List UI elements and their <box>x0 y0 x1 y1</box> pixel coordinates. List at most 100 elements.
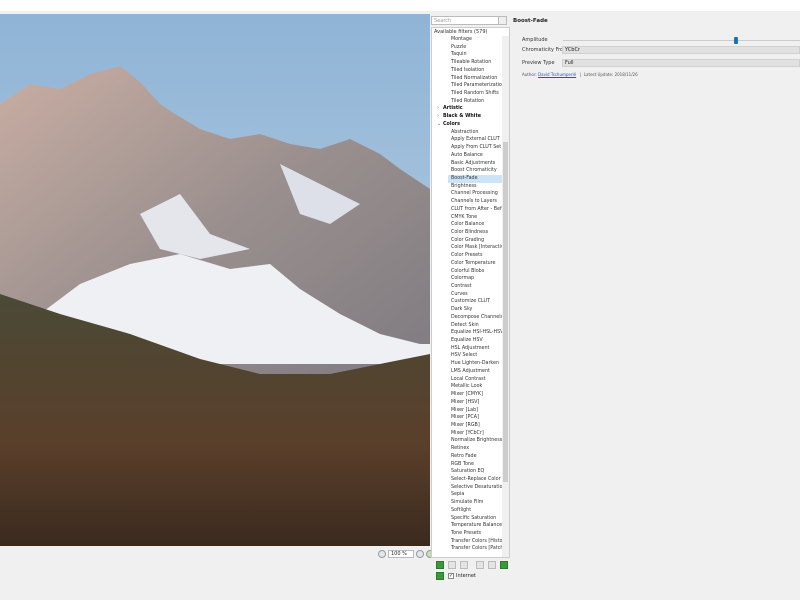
scrollbar-thumb[interactable] <box>503 142 508 482</box>
filter-item[interactable]: Simulate Film <box>432 499 509 507</box>
filter-item[interactable]: Channels to Layers <box>432 198 509 206</box>
filter-item[interactable]: Transfer Colors [Histogram] <box>432 538 509 546</box>
filter-item[interactable]: Basic Adjustments <box>432 160 509 168</box>
image-preview[interactable] <box>0 14 430 546</box>
filter-category[interactable]: › Artistic <box>432 105 509 113</box>
update-icon[interactable] <box>436 571 444 580</box>
filter-label: Mixer [PCA] <box>451 415 479 421</box>
filter-item[interactable]: Retro Fade <box>432 453 509 461</box>
filter-category[interactable]: › Black & White <box>432 113 509 121</box>
filter-item[interactable]: Channel Processing <box>432 190 509 198</box>
filter-item[interactable]: Metallic Look <box>432 383 509 391</box>
filter-label: Saturation EQ <box>451 469 485 475</box>
filter-item[interactable]: Auto Balance <box>432 152 509 160</box>
filter-item[interactable]: Hue Lighten-Darken <box>432 360 509 368</box>
preview-type-select[interactable]: Full <box>562 59 800 67</box>
filter-item[interactable]: CMYK Tone <box>432 214 509 222</box>
filter-item[interactable]: Tiled Parameterization <box>432 82 509 90</box>
remove-fave-icon[interactable] <box>448 560 456 569</box>
favorite-icon[interactable] <box>500 560 508 569</box>
amplitude-slider[interactable] <box>563 37 800 44</box>
filter-item[interactable]: Saturation EQ <box>432 468 509 476</box>
filter-item[interactable]: Color Grading <box>432 237 509 245</box>
filter-item[interactable]: Colormap <box>432 275 509 283</box>
rename-fave-icon[interactable] <box>460 560 468 569</box>
chromaticity-select[interactable]: YCbCr <box>562 46 800 54</box>
search-input[interactable]: Search <box>431 16 507 25</box>
filter-label: Curves <box>451 291 468 297</box>
filter-tree[interactable]: Available filters (579) Montage Puzzle Taq… <box>431 27 510 558</box>
filter-item[interactable]: Detect Skin <box>432 322 509 330</box>
filter-item[interactable]: Colorful Blobs <box>432 268 509 276</box>
filter-item[interactable]: Equalize HSV <box>432 337 509 345</box>
internet-checkbox[interactable]: ✓ <box>448 572 454 579</box>
filter-item[interactable]: Mixer [HSV] <box>432 399 509 407</box>
filter-item[interactable]: CLUT from After - Before Layers <box>432 206 509 214</box>
filter-item[interactable]: Contrast <box>432 283 509 291</box>
filter-item[interactable]: Abstraction <box>432 129 509 137</box>
filter-item[interactable]: Customize CLUT <box>432 298 509 306</box>
filter-item[interactable]: Tiled Random Shifts <box>432 90 509 98</box>
toggle-visibility-icon[interactable] <box>476 560 484 569</box>
filter-item[interactable]: Specific Saturation <box>432 515 509 523</box>
filter-item[interactable]: Puzzle <box>432 44 509 52</box>
filter-item[interactable]: Mixer [Lab] <box>432 407 509 415</box>
zoom-select[interactable]: 100 % <box>388 550 414 558</box>
filter-item[interactable]: Tiled Rotation <box>432 98 509 106</box>
filter-item[interactable]: Softlight <box>432 507 509 515</box>
filter-item[interactable]: Curves <box>432 291 509 299</box>
filter-item[interactable]: Montage <box>432 36 509 44</box>
filter-item[interactable]: Boost Chromaticity <box>432 167 509 175</box>
filter-item[interactable]: Mixer [YCbCr] <box>432 430 509 438</box>
add-fave-icon[interactable] <box>436 560 444 569</box>
filter-item[interactable]: Color Mask [Interactive] <box>432 244 509 252</box>
filter-item[interactable]: Select-Replace Color <box>432 476 509 484</box>
filter-item[interactable]: Tiled Normalization <box>432 75 509 83</box>
zoom-out-icon[interactable] <box>378 550 386 558</box>
filter-item[interactable]: HSL Adjustment <box>432 345 509 353</box>
filter-label: Normalize Brightness <box>451 438 503 444</box>
search-icon[interactable] <box>498 17 506 24</box>
filter-item[interactable]: Transfer Colors [Patch-Based] <box>432 545 509 553</box>
filter-category[interactable]: ⌄ Colors <box>432 121 509 129</box>
filter-item[interactable]: Mixer [CMYK] <box>432 391 509 399</box>
filter-item[interactable]: RGB Tone <box>432 461 509 469</box>
filter-item[interactable]: Decompose Channels <box>432 314 509 322</box>
filter-item[interactable]: Sepia <box>432 491 509 499</box>
amplitude-slider-handle[interactable] <box>734 37 738 44</box>
filter-item[interactable]: Color Balance <box>432 221 509 229</box>
scrollbar[interactable] <box>502 36 509 557</box>
filter-label: Hue Lighten-Darken <box>451 361 500 367</box>
filter-item[interactable]: LMS Adjustment <box>432 368 509 376</box>
filter-item[interactable]: Dark Sky <box>432 306 509 314</box>
filter-item[interactable]: Retinex <box>432 445 509 453</box>
filter-item[interactable]: Tiled Isolation <box>432 67 509 75</box>
filter-item[interactable]: Local Contrast <box>432 376 509 384</box>
filter-label: Channels to Layers <box>451 199 497 205</box>
filter-item[interactable]: Tone Presets <box>432 530 509 538</box>
filter-item[interactable]: HSV Select <box>432 352 509 360</box>
filter-item[interactable]: Color Temperature <box>432 260 509 268</box>
zoom-in-icon[interactable] <box>416 550 424 558</box>
expand-collapse-icon[interactable] <box>488 560 496 569</box>
filter-item[interactable]: Mixer [PCA] <box>432 414 509 422</box>
filter-item[interactable]: Apply External CLUT <box>432 136 509 144</box>
filter-item[interactable]: Equalize HSI-HSL-HSV <box>432 329 509 337</box>
filter-label: Colormap <box>451 276 475 282</box>
filter-label: HSL Adjustment <box>451 345 490 351</box>
filter-label: Contrast <box>451 284 472 289</box>
filter-item[interactable]: Boost-Fade <box>448 174 509 183</box>
filter-item[interactable]: Color Presets <box>432 252 509 260</box>
filter-item[interactable]: Color Blindness <box>432 229 509 237</box>
filter-item[interactable]: Tileable Rotation <box>432 59 509 67</box>
filter-item[interactable]: Mixer [RGB] <box>432 422 509 430</box>
filter-item[interactable]: Selective Desaturation <box>432 484 509 492</box>
filter-item[interactable]: Apply From CLUT Set <box>432 144 509 152</box>
filter-label: Montage <box>451 37 472 42</box>
filter-label: Auto Balance <box>451 152 483 158</box>
author-link[interactable]: David Tschumperlé <box>538 72 576 77</box>
filter-item[interactable]: Temperature Balance <box>432 522 509 530</box>
filter-item[interactable]: Taquin <box>432 51 509 59</box>
filter-item[interactable]: Brightness <box>432 183 509 191</box>
filter-item[interactable]: Normalize Brightness <box>432 437 509 445</box>
